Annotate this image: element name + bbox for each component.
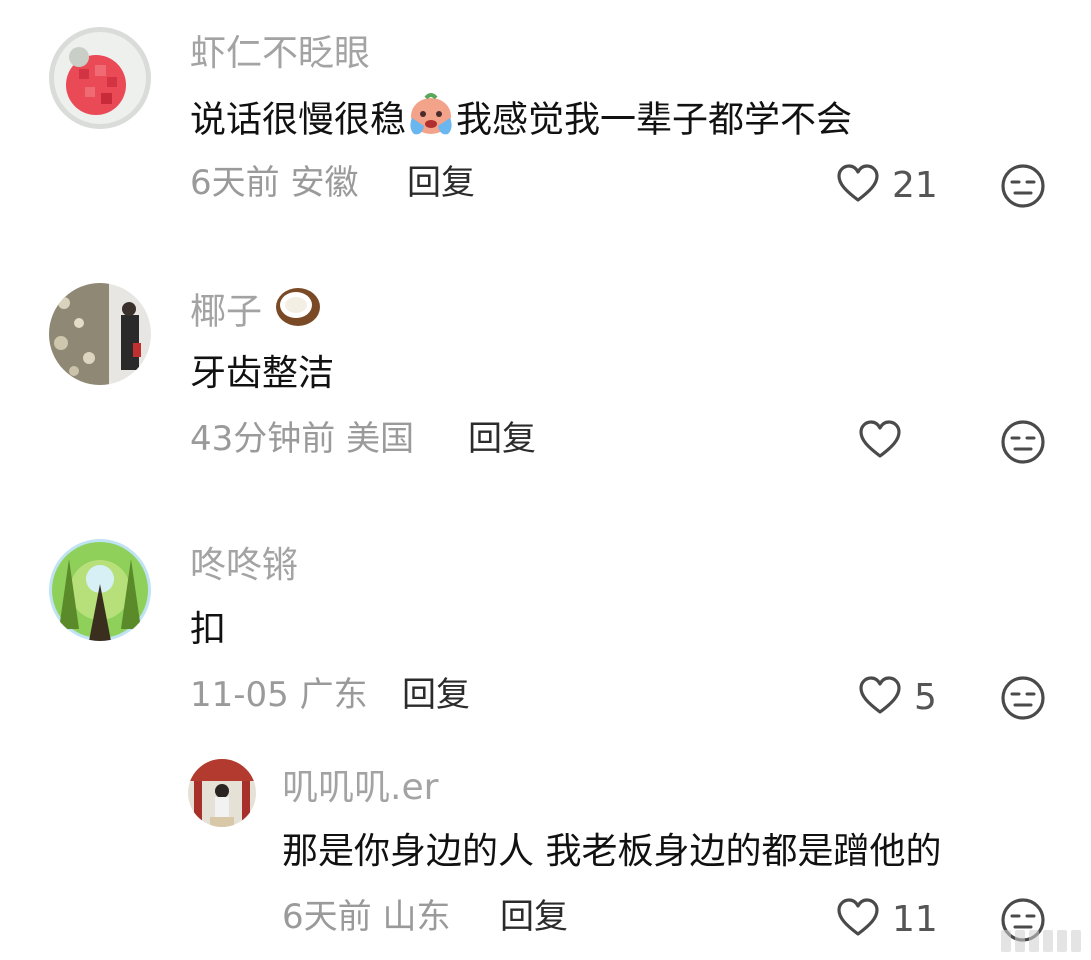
comment-username[interactable]: 椰子: [190, 288, 323, 335]
dislike-button[interactable]: [1000, 163, 1046, 213]
like-count: 11: [892, 899, 938, 940]
comment-time: 11-05: [190, 675, 289, 715]
coconut-emoji-icon: [273, 288, 323, 335]
unamused-face-icon: [1000, 676, 1046, 725]
watermark-bar: [1001, 930, 1011, 952]
reply-button[interactable]: 回复: [500, 900, 568, 934]
watermark: [1001, 930, 1081, 952]
watermark-bar: [1029, 930, 1039, 952]
comment-time: 43分钟前: [190, 419, 336, 459]
avatar[interactable]: [49, 283, 151, 385]
watermark-bar: [1071, 930, 1081, 952]
unamused-face-icon: [1000, 164, 1046, 213]
comment-time: 6天前: [190, 163, 280, 203]
comment-meta: 6天前 安徽: [190, 166, 358, 200]
username-text: 椰子: [190, 291, 263, 333]
comment-username[interactable]: 咚咚锵: [190, 548, 298, 584]
crying-face-emoji-icon: [406, 93, 456, 143]
heart-icon: [836, 164, 880, 208]
comment-text: 扣: [190, 609, 227, 650]
unamused-face-icon: [1000, 420, 1046, 469]
avatar[interactable]: [188, 759, 256, 827]
like-count: 5: [914, 677, 937, 718]
comment-meta: 43分钟前 美国: [190, 422, 414, 456]
heart-icon: [858, 420, 902, 464]
avatar[interactable]: [49, 539, 151, 641]
reply-meta: 6天前 山东: [282, 900, 450, 934]
reply-button[interactable]: 回复: [468, 422, 536, 456]
like-button[interactable]: [858, 420, 914, 464]
like-button[interactable]: 11: [836, 898, 938, 942]
reply-button[interactable]: 回复: [402, 678, 470, 712]
reply-button[interactable]: 回复: [407, 166, 475, 200]
comment-text-part: 我感觉我一辈子都学不会: [456, 99, 853, 141]
comment-location: 广东: [299, 675, 368, 715]
comment-text-part: 说话很慢很稳: [190, 99, 407, 141]
dislike-button[interactable]: [1000, 675, 1046, 725]
avatar[interactable]: [49, 27, 151, 129]
comment-username[interactable]: 虾仁不眨眼: [190, 36, 370, 72]
comment-location: 安徽: [290, 163, 359, 203]
comment-text: 牙齿整洁: [190, 353, 335, 394]
heart-icon: [858, 676, 902, 720]
reply-text: 那是你身边的人 我老板身边的都是蹭他的: [282, 831, 942, 872]
like-button[interactable]: 5: [858, 676, 937, 720]
comment-text: 说话很慢很稳 我感觉我一辈子都学不会: [190, 93, 853, 143]
watermark-bar: [1015, 930, 1025, 952]
watermark-bar: [1057, 930, 1067, 952]
comment-meta: 11-05 广东: [190, 678, 368, 712]
reply-time: 6天前: [282, 897, 372, 937]
reply-username[interactable]: 叽叽叽.er: [282, 770, 438, 806]
reply-location: 山东: [382, 897, 451, 937]
like-count: 21: [892, 165, 938, 206]
comment-location: 美国: [346, 419, 415, 459]
watermark-bar: [1043, 930, 1053, 952]
like-button[interactable]: 21: [836, 164, 938, 208]
dislike-button[interactable]: [1000, 419, 1046, 469]
heart-icon: [836, 898, 880, 942]
